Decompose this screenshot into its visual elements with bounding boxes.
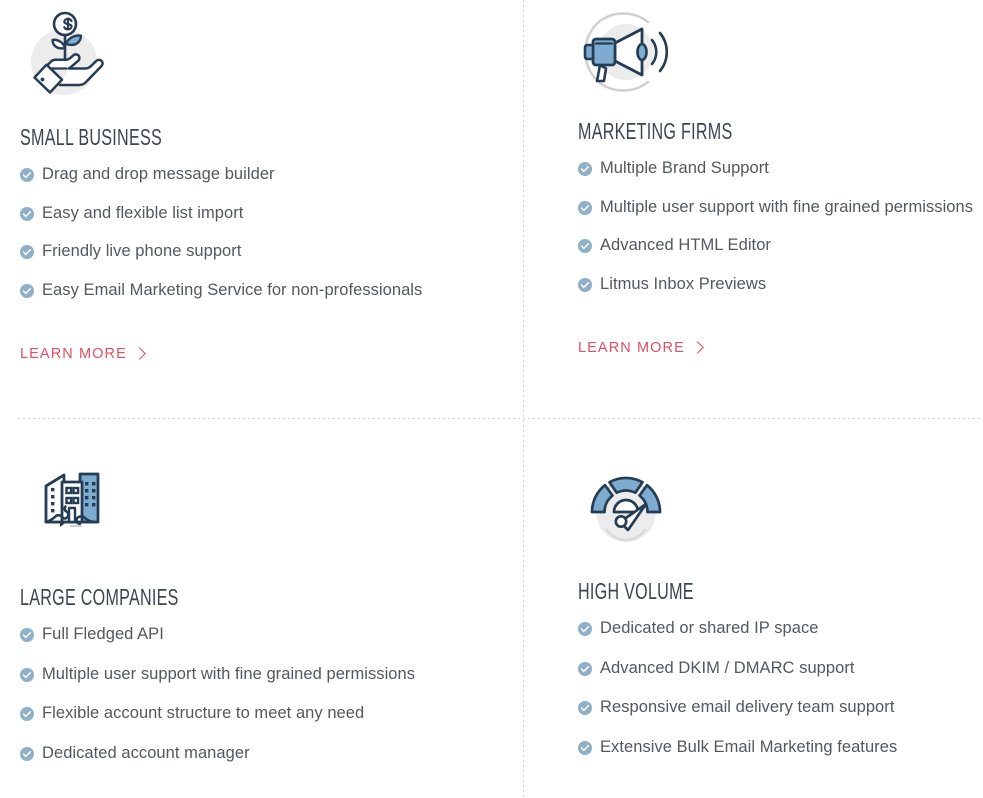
card-high-volume: HIGH VOLUME Dedicated or shared IP space… <box>523 418 983 798</box>
check-circle-icon <box>578 740 592 755</box>
feature-text: Multiple user support with fine grained … <box>600 197 974 216</box>
list-item: Multiple Brand Support <box>578 159 979 177</box>
hand-holding-money-plant-icon <box>20 6 116 102</box>
list-item: Advanced DKIM / DMARC support <box>578 659 979 677</box>
list-item: Multiple user support with fine grained … <box>20 665 517 683</box>
check-circle-icon <box>20 628 34 642</box>
check-circle-icon <box>578 622 592 636</box>
feature-text: Advanced HTML Editor <box>600 236 771 255</box>
feature-text: Dedicated account manager <box>42 743 250 762</box>
feature-text: Full Fledged API <box>42 625 164 643</box>
list-item: Flexible account structure to meet any n… <box>20 704 517 722</box>
check-circle-icon <box>20 283 34 298</box>
check-circle-icon <box>20 707 34 722</box>
list-item: Litmus Inbox Previews <box>578 275 979 293</box>
list-item: Easy and flexible list import <box>20 204 517 222</box>
list-item: Full Fledged API <box>20 625 517 643</box>
feature-text: Easy Email Marketing Service for non-pro… <box>42 280 423 299</box>
check-circle-icon <box>578 277 592 292</box>
feature-text: Multiple user support with fine grained … <box>42 664 416 683</box>
chevron-right-icon <box>133 347 146 360</box>
feature-text: Multiple Brand Support <box>600 159 769 177</box>
check-circle-icon <box>20 168 34 182</box>
check-circle-icon <box>578 200 592 215</box>
card-title: MARKETING FIRMS <box>578 118 733 144</box>
learn-more-label: LEARN MORE <box>20 345 127 362</box>
check-circle-icon <box>20 206 34 221</box>
list-item: Easy Email Marketing Service for non-pro… <box>20 281 517 299</box>
list-item: Drag and drop message builder <box>20 165 517 183</box>
list-item: Extensive Bulk Email Marketing features <box>578 738 979 756</box>
feature-text: Dedicated or shared IP space <box>600 619 819 637</box>
feature-text: Extensive Bulk Email Marketing features <box>600 737 898 756</box>
feature-text: Drag and drop message builder <box>42 165 275 183</box>
card-title: SMALL BUSINESS <box>20 124 163 150</box>
learn-more-link-small-business[interactable]: LEARN MORE <box>20 345 146 362</box>
feature-list: Full Fledged API Multiple user support w… <box>20 625 517 762</box>
check-circle-icon <box>20 245 34 260</box>
megaphone-icon <box>578 4 674 100</box>
feature-text: Litmus Inbox Previews <box>600 274 767 293</box>
feature-text: Advanced DKIM / DMARC support <box>600 658 855 677</box>
feature-text: Responsive email delivery team support <box>600 698 895 717</box>
card-small-business: SMALL BUSINESS Drag and drop message bui… <box>0 0 523 418</box>
check-circle-icon <box>578 701 592 716</box>
chevron-right-icon <box>691 341 704 354</box>
check-circle-icon <box>20 746 34 761</box>
check-circle-icon <box>578 162 592 176</box>
learn-more-link-marketing-firms[interactable]: LEARN MORE <box>578 339 704 356</box>
feature-text: Friendly live phone support <box>42 242 242 261</box>
list-item: Friendly live phone support <box>20 242 517 260</box>
feature-list: Drag and drop message builder Easy and f… <box>20 165 517 299</box>
check-circle-icon <box>578 239 592 254</box>
city-buildings-globe-icon <box>22 464 118 560</box>
card-title: HIGH VOLUME <box>578 578 694 604</box>
feature-cards-grid: SMALL BUSINESS Drag and drop message bui… <box>0 0 983 798</box>
list-item: Dedicated or shared IP space <box>578 619 979 637</box>
learn-more-label: LEARN MORE <box>578 339 685 356</box>
card-large-companies: LARGE COMPANIES Full Fledged API Multipl… <box>0 418 523 798</box>
feature-list: Dedicated or shared IP space Advanced DK… <box>578 619 979 756</box>
list-item: Advanced HTML Editor <box>578 236 979 254</box>
card-marketing-firms: MARKETING FIRMS Multiple Brand Support M… <box>523 0 983 418</box>
check-circle-icon <box>20 667 34 682</box>
card-title: LARGE COMPANIES <box>20 584 179 610</box>
list-item: Dedicated account manager <box>20 744 517 762</box>
feature-text: Flexible account structure to meet any n… <box>42 704 365 723</box>
list-item: Responsive email delivery team support <box>578 698 979 716</box>
check-circle-icon <box>578 661 592 676</box>
feature-text: Easy and flexible list import <box>42 203 244 222</box>
speedometer-gauge-icon <box>578 460 674 556</box>
list-item: Multiple user support with fine grained … <box>578 198 979 216</box>
feature-list: Multiple Brand Support Multiple user sup… <box>578 159 979 293</box>
